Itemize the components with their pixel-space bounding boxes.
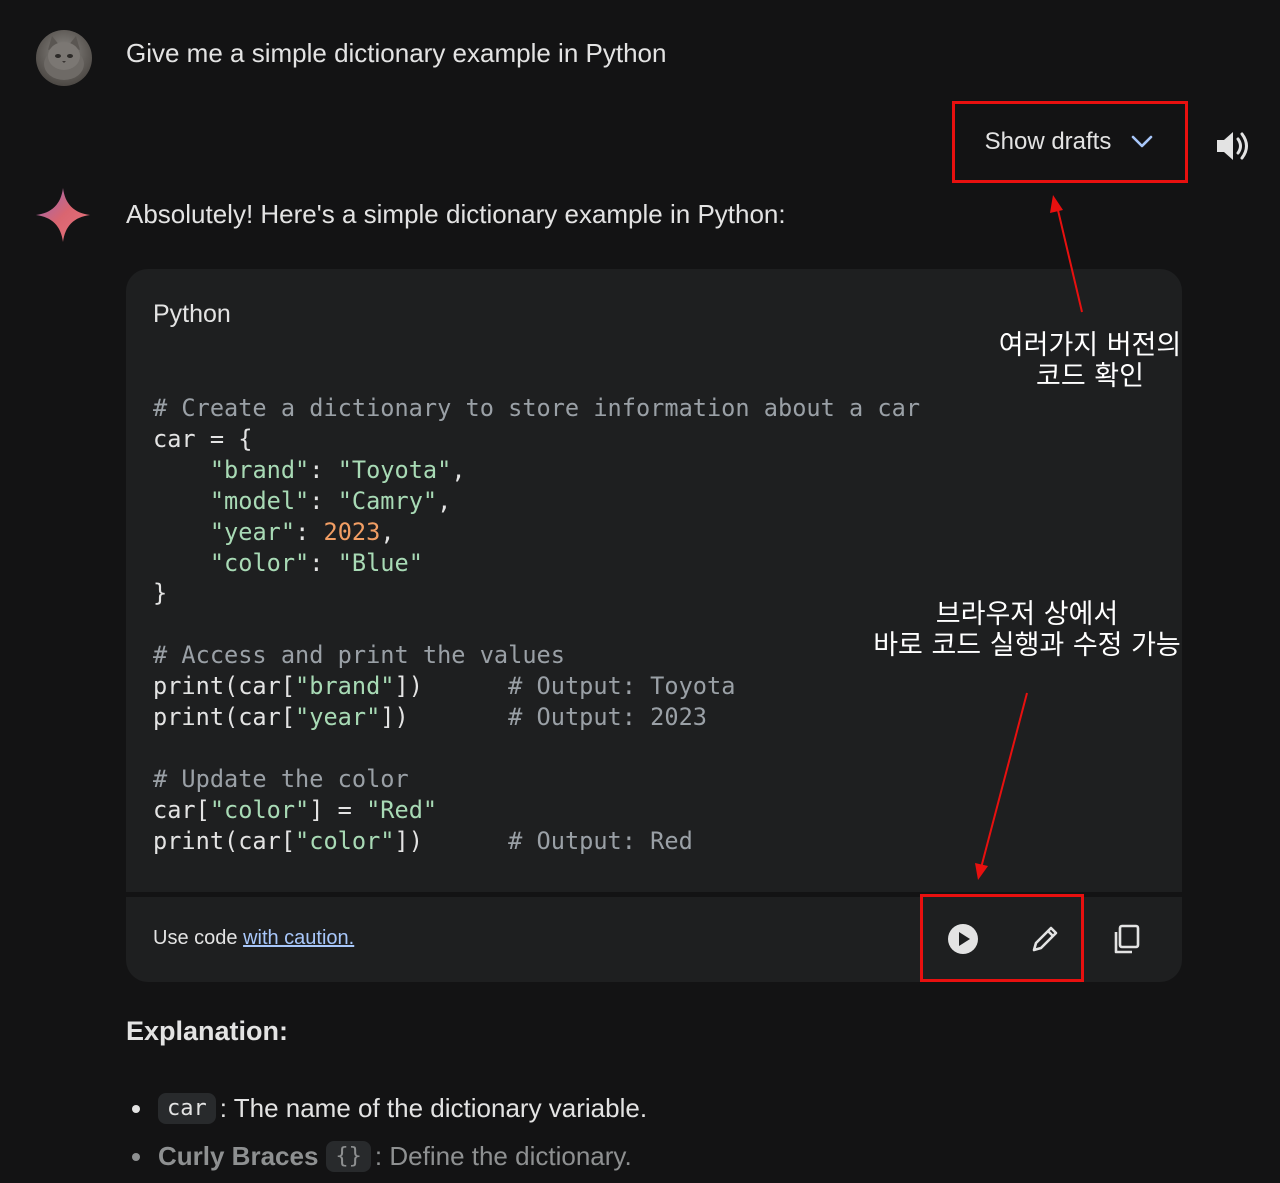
annotation-line: 코드 확인 [1036, 361, 1144, 392]
show-drafts-label: Show drafts [984, 128, 1112, 155]
annotation-line: 브라우저 상에서 [935, 599, 1119, 630]
code-language-label: Python [153, 300, 231, 328]
drafts-annotation: 여러가지 버전의 코드 확인 [986, 330, 1194, 392]
list-item: car : The name of the dictionary variabl… [130, 1093, 647, 1124]
arrow-head-up [1050, 195, 1063, 213]
annotation-line: 여러가지 버전의 [998, 330, 1182, 361]
caution-text: Use code [153, 927, 244, 949]
chevron-down-icon [1132, 135, 1153, 148]
show-drafts-button[interactable]: Show drafts [952, 101, 1188, 183]
gemini-sparkle-icon [36, 188, 90, 242]
user-prompt: Give me a simple dictionary example in P… [126, 38, 667, 68]
run-edit-annotation: 브라우저 상에서 바로 코드 실행과 수정 가능 [856, 599, 1198, 661]
user-avatar [36, 30, 92, 86]
list-item-term: Curly Braces [158, 1141, 319, 1171]
answer-intro: Absolutely! Here's a simple dictionary e… [126, 199, 786, 229]
annotation-line: 바로 코드 실행과 수정 가능 [873, 630, 1181, 661]
inline-code: car [158, 1093, 216, 1124]
run-edit-highlight-box [920, 894, 1084, 982]
bullet-icon [132, 1104, 140, 1113]
caution-notice: Use code with caution. [153, 927, 354, 950]
list-item-text: : The name of the dictionary variable. [219, 1093, 648, 1123]
code-content[interactable]: # Create a dictionary to store informati… [153, 393, 920, 857]
inline-code: {} [326, 1141, 371, 1172]
copy-icon[interactable] [1109, 921, 1145, 957]
caution-link[interactable]: with caution. [243, 927, 354, 949]
list-item: Curly Braces {} : Define the dictionary. [130, 1141, 632, 1172]
explanation-heading: Explanation: [126, 1016, 289, 1046]
speaker-icon[interactable] [1214, 127, 1252, 165]
bullet-icon [132, 1152, 140, 1161]
list-item-text: : Define the dictionary. [374, 1141, 632, 1171]
